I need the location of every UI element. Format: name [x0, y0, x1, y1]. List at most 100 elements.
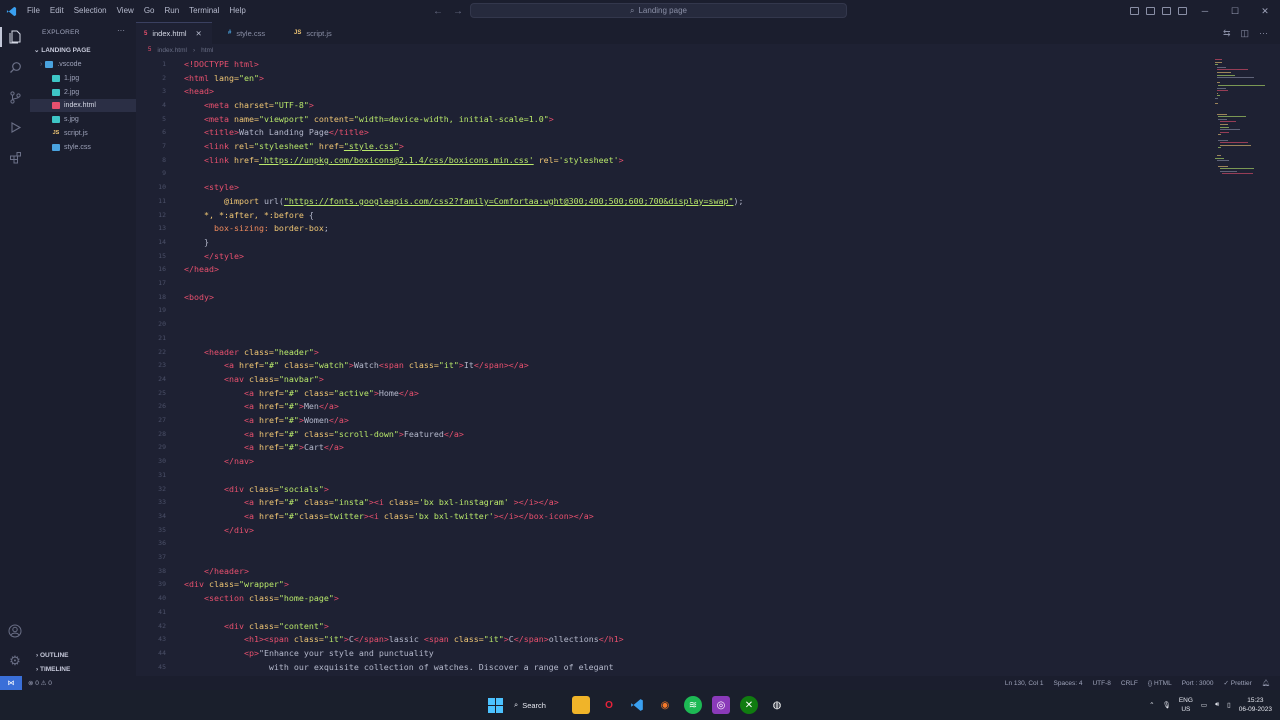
- notifications-bell-icon[interactable]: 🔔︎: [1262, 679, 1270, 687]
- chrome-icon[interactable]: ◍: [768, 696, 786, 714]
- xbox-icon[interactable]: ✕: [740, 696, 758, 714]
- battery-icon[interactable]: ▯: [1227, 701, 1231, 709]
- code-line[interactable]: 25 <a href="#" class="active">Home</a>: [136, 386, 419, 400]
- display-icon[interactable]: ▭: [1201, 701, 1207, 709]
- file-item-2jpg[interactable]: 2.jpg: [30, 86, 136, 99]
- prettier-status[interactable]: ✓ Prettier: [1224, 679, 1252, 687]
- file-explorer-icon[interactable]: [572, 696, 590, 714]
- code-line[interactable]: 27 <a href="#">Women</a>: [136, 413, 349, 427]
- workspace-folder[interactable]: ⌄ LANDING PAGE: [34, 46, 91, 54]
- toggle-secondary-sidebar-icon[interactable]: [1162, 7, 1171, 15]
- menu-edit[interactable]: Edit: [45, 0, 69, 22]
- tab-style-css[interactable]: # style.css: [220, 22, 273, 44]
- customize-layout-icon[interactable]: [1178, 7, 1187, 15]
- clock[interactable]: 15:23 06-09-2023: [1239, 696, 1272, 714]
- code-line[interactable]: 34 <a href="#"class=twitter><i class='bx…: [136, 509, 594, 523]
- code-line[interactable]: 10 <style>: [136, 180, 239, 194]
- menu-terminal[interactable]: Terminal: [184, 0, 224, 22]
- file-item-index-html[interactable]: index.html: [30, 99, 136, 112]
- code-line[interactable]: 2 <html lang="en">: [136, 71, 264, 85]
- opera-browser-icon[interactable]: O: [600, 696, 618, 714]
- volume-icon[interactable]: 🔊︎: [1215, 701, 1219, 709]
- menu-selection[interactable]: Selection: [69, 0, 112, 22]
- code-line[interactable]: 38 </header>: [136, 564, 249, 578]
- split-editor-icon[interactable]: ◫: [1240, 28, 1249, 39]
- close-tab-icon[interactable]: ✕: [196, 29, 202, 38]
- menu-view[interactable]: View: [112, 0, 139, 22]
- breadcrumb-element[interactable]: html: [201, 47, 213, 54]
- manage-gear-icon[interactable]: ⚙: [6, 652, 24, 670]
- file-item-vscode[interactable]: › .vscode: [30, 58, 136, 71]
- toggle-sidebar-icon[interactable]: [1130, 7, 1139, 15]
- more-actions-icon[interactable]: ···: [1259, 28, 1268, 38]
- code-line[interactable]: 24 <nav class="navbar">: [136, 372, 324, 386]
- code-line[interactable]: 35 </div>: [136, 523, 254, 537]
- code-line[interactable]: 28 <a href="#" class="scroll-down">Featu…: [136, 427, 464, 441]
- code-line[interactable]: 9: [136, 167, 184, 181]
- file-item-script-js[interactable]: JS script.js: [30, 127, 136, 140]
- blender-icon[interactable]: ◉: [656, 696, 674, 714]
- code-line[interactable]: 44 <p>"Enhance your style and punctualit…: [136, 646, 434, 660]
- search-icon[interactable]: [6, 58, 24, 76]
- indentation[interactable]: Spaces: 4: [1054, 680, 1083, 687]
- maximize-icon[interactable]: ☐: [1220, 6, 1250, 17]
- end-of-line[interactable]: CRLF: [1121, 680, 1138, 687]
- forward-arrow-icon[interactable]: →: [453, 6, 463, 17]
- code-line[interactable]: 31: [136, 468, 184, 482]
- problems-indicator[interactable]: ⊗ 0 ⚠ 0: [28, 679, 52, 687]
- code-line[interactable]: 37: [136, 550, 184, 564]
- menu-file[interactable]: File: [22, 0, 45, 22]
- code-line[interactable]: 18 <body>: [136, 290, 214, 304]
- code-line[interactable]: 5 <meta name="viewport" content="width=d…: [136, 112, 554, 126]
- code-line[interactable]: 29 <a href="#">Cart</a>: [136, 441, 344, 455]
- extensions-icon[interactable]: [6, 148, 24, 166]
- code-line[interactable]: 17: [136, 276, 184, 290]
- microphone-icon[interactable]: 🎙︎: [1163, 701, 1171, 709]
- code-line[interactable]: 40 <section class="home-page">: [136, 591, 339, 605]
- code-line[interactable]: 20: [136, 317, 184, 331]
- minimize-icon[interactable]: ─: [1190, 6, 1220, 16]
- code-line[interactable]: 8 <link href='https://unpkg.com/boxicons…: [136, 153, 624, 167]
- open-changes-icon[interactable]: ⇆: [1223, 28, 1231, 39]
- code-line[interactable]: 41: [136, 605, 184, 619]
- code-line[interactable]: 45 with our exquisite collection of watc…: [136, 660, 613, 674]
- code-line[interactable]: 3 <head>: [136, 84, 214, 98]
- instagram-app-icon[interactable]: ◎: [712, 696, 730, 714]
- code-line[interactable]: 16 </head>: [136, 263, 219, 277]
- vscode-taskbar-icon[interactable]: [628, 696, 646, 714]
- file-item-1jpg[interactable]: 1.jpg: [30, 72, 136, 85]
- code-line[interactable]: 11 @import url("https://fonts.googleapis…: [136, 194, 743, 208]
- code-line[interactable]: 43 <h1><span class="it">C</span>lassic <…: [136, 632, 624, 646]
- toggle-panel-icon[interactable]: [1146, 7, 1155, 15]
- code-line[interactable]: 7 <link rel="stylesheet" href="style.css…: [136, 139, 404, 153]
- explorer-icon[interactable]: [6, 28, 24, 46]
- tab-index-html[interactable]: 5 index.html ✕: [136, 22, 212, 44]
- tab-script-js[interactable]: JS script.js: [286, 22, 340, 44]
- code-line[interactable]: 6 <title>Watch Landing Page</title>: [136, 126, 369, 140]
- code-line[interactable]: 30 </nav>: [136, 454, 254, 468]
- breadcrumb-file[interactable]: index.html: [157, 47, 187, 54]
- code-line[interactable]: 13 box-sizing: border-box;: [136, 221, 329, 235]
- code-line[interactable]: 32 <div class="socials">: [136, 482, 329, 496]
- code-line[interactable]: 4 <meta charset="UTF-8">: [136, 98, 314, 112]
- code-line[interactable]: 1 <!DOCTYPE html>: [136, 57, 259, 71]
- menu-run[interactable]: Run: [159, 0, 184, 22]
- language-mode[interactable]: {} HTML: [1148, 680, 1172, 687]
- code-line[interactable]: 23 <a href="#" class="watch">Watch<span …: [136, 358, 529, 372]
- outline-section[interactable]: › OUTLINE: [36, 652, 69, 659]
- code-line[interactable]: 21: [136, 331, 184, 345]
- code-line[interactable]: 26 <a href="#">Men</a>: [136, 400, 339, 414]
- spotify-icon[interactable]: ≋: [684, 696, 702, 714]
- timeline-section[interactable]: › TIMELINE: [36, 666, 70, 673]
- windows-start-icon[interactable]: [486, 696, 504, 714]
- menu-help[interactable]: Help: [224, 0, 250, 22]
- more-actions-icon[interactable]: ···: [117, 26, 125, 35]
- chevron-up-icon[interactable]: ⌃: [1149, 701, 1154, 709]
- minimap[interactable]: [1215, 57, 1275, 676]
- taskbar-search[interactable]: ⌕ Search: [514, 695, 562, 715]
- file-item-style-css[interactable]: style.css: [30, 141, 136, 154]
- code-line[interactable]: 36: [136, 537, 184, 551]
- code-line[interactable]: 22 <header class="header">: [136, 345, 319, 359]
- remote-indicator-icon[interactable]: ⋈: [0, 676, 22, 690]
- close-window-icon[interactable]: ✕: [1250, 6, 1280, 17]
